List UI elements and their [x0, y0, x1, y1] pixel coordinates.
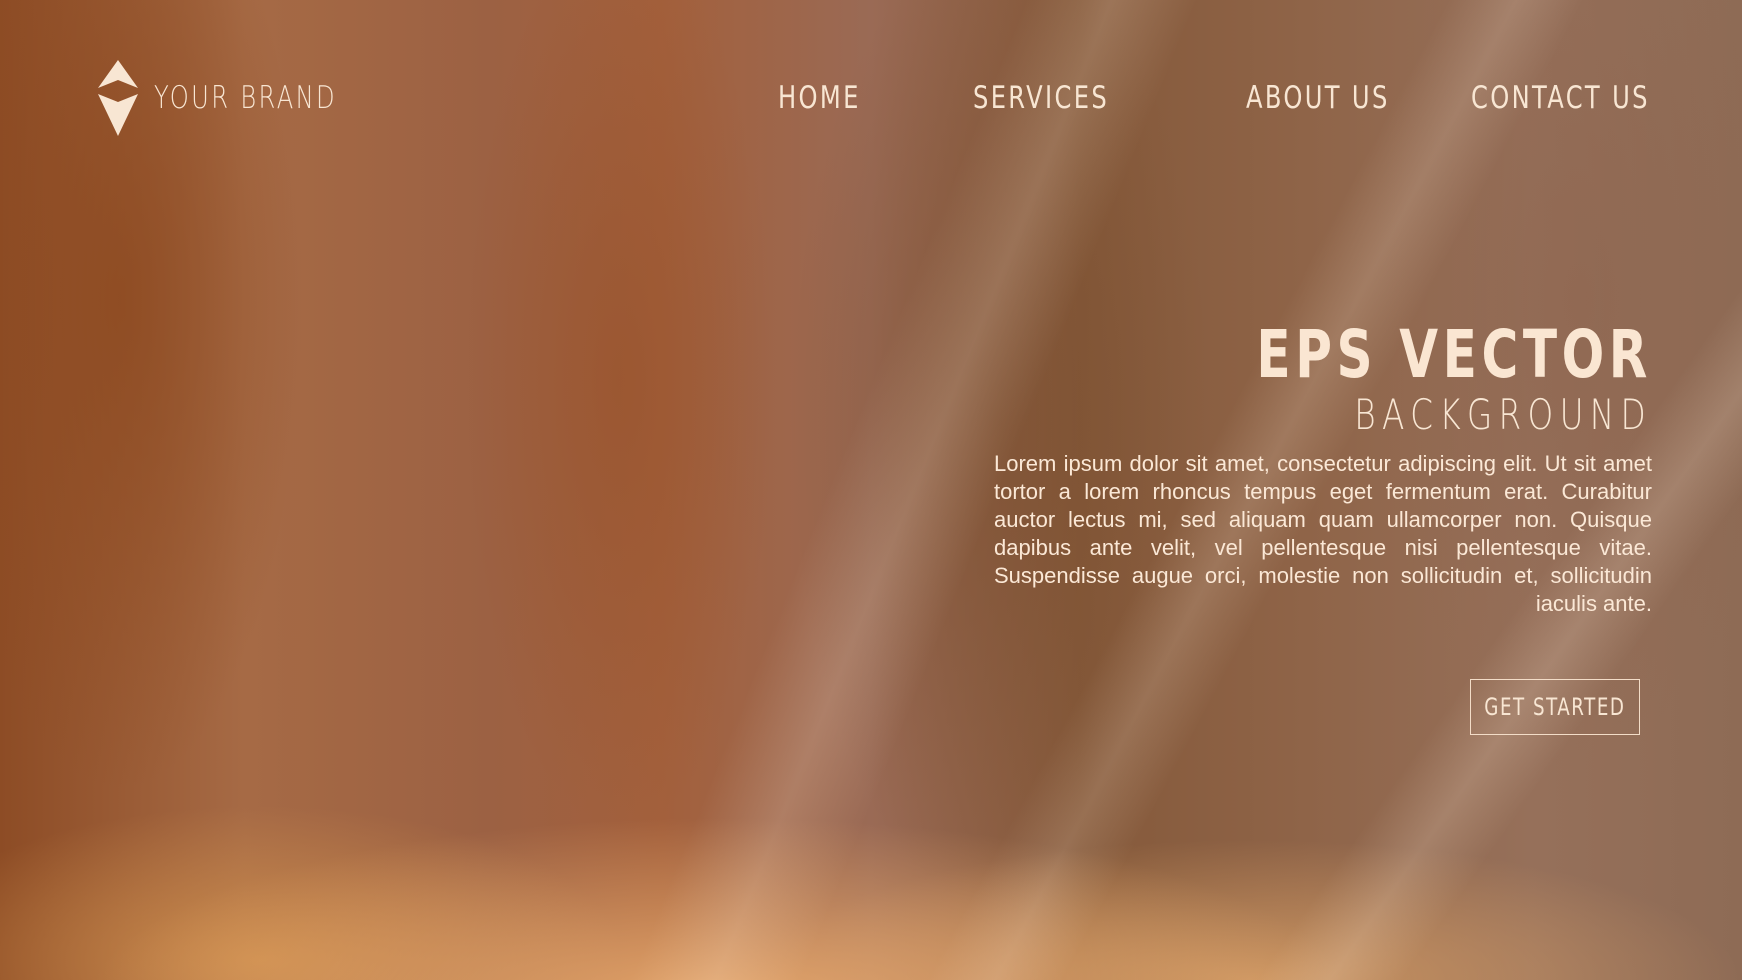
get-started-button[interactable]: GET STARTED [1470, 679, 1640, 735]
hero-title: EPS VECTOR [1256, 316, 1652, 393]
brand-link[interactable]: YOUR BRAND [96, 58, 389, 138]
nav-about-us[interactable]: ABOUT US [1246, 80, 1390, 116]
nav-contact-us[interactable]: CONTACT US [1471, 80, 1650, 116]
nav-home[interactable]: HOME [778, 80, 861, 116]
hero-subtitle: BACKGROUND [1354, 390, 1652, 439]
site-header: YOUR BRAND HOME SERVICES ABOUT US CONTAC… [0, 0, 1742, 200]
hero-section: EPS VECTOR BACKGROUND Lorem ipsum dolor … [992, 320, 1652, 618]
get-started-label: GET STARTED [1484, 693, 1626, 721]
nav-services[interactable]: SERVICES [973, 80, 1109, 116]
brand-name: YOUR BRAND [154, 80, 337, 116]
hero-description: Lorem ipsum dolor sit amet, consectetur … [994, 451, 1652, 616]
diamond-logo-icon [98, 60, 138, 136]
